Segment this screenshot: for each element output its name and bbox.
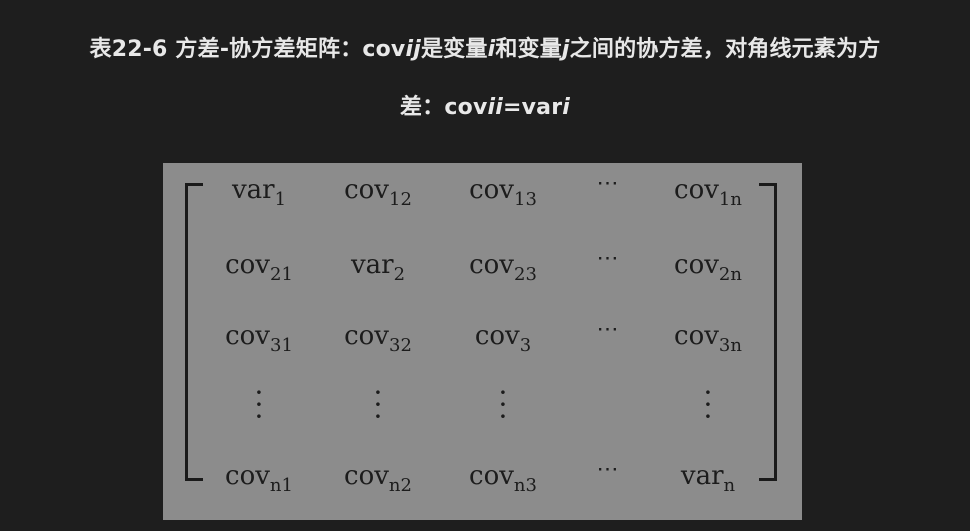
matrix-cell-r5-c1: covn1 [199,461,319,495]
caption-text: 之间的协方差，对角线元素为方 [569,37,881,62]
caption-subscript-ii: ii [487,95,503,120]
vertical-ellipsis-icon: · · · [498,376,508,433]
cell-symbol: cov [469,461,514,491]
cell-subscript: 2 [393,264,406,285]
cell-symbol: cov [344,175,389,205]
cell-symbol: cov [469,250,514,280]
cell-symbol: var [231,175,275,205]
cell-symbol: cov [674,321,719,351]
caption-text: 差：cov [399,95,488,120]
cell-symbol: var [680,461,724,491]
cell-symbol: cov [474,321,520,351]
matrix-cell-r4-c5: · · · [648,376,768,433]
caption-text: 和变量 [495,37,562,62]
matrix-cell-r2-c2: var2 [318,250,438,284]
matrix-cell-r4-c1: · · · [199,376,319,433]
vertical-ellipsis-icon: · · · [373,376,383,433]
caption-subscript-i: i [562,95,570,120]
cell-subscript: 32 [389,335,412,356]
cell-symbol: cov [674,175,719,205]
cell-subscript: 31 [270,335,293,356]
cell-subscript: 23 [514,264,537,285]
cell-subscript: 13 [514,189,537,210]
cell-subscript: n2 [388,475,412,496]
caption-text: =var [502,95,563,120]
cell-symbol: cov [469,175,514,205]
cell-subscript: 21 [270,264,293,285]
cell-subscript: n3 [513,475,537,496]
cell-symbol: var [350,250,394,280]
cell-symbol: cov [674,250,719,280]
table-caption-line-1: 表22-6 方差-协方差矩阵：covij是变量i和变量j之间的协方差，对角线元素… [0,31,970,63]
caption-variable-j: j [561,37,570,62]
matrix-cell-r1-c1: var1 [199,175,319,209]
matrix-cell-r3-c3: cov3 [443,321,563,355]
matrix-cell-r2-c1: cov21 [199,250,319,284]
cell-subscript: n1 [269,475,293,496]
cell-subscript: 1n [718,189,742,210]
cell-subscript: n [723,475,736,496]
cell-symbol: cov [225,321,270,351]
matrix-cell-r5-c2: covn2 [318,461,438,495]
matrix-cell-r3-c1: cov31 [199,321,319,355]
cell-subscript: 3n [718,335,742,356]
cell-subscript: 3 [519,335,532,356]
table-caption-line-2: 差：covii=vari [0,89,970,121]
matrix-cell-r2-c3: cov23 [443,250,563,284]
caption-text: 表22-6 方差-协方差矩阵：cov [89,37,406,62]
vertical-ellipsis-icon: · · · [703,376,713,433]
cell-symbol: cov [225,461,270,491]
matrix-cell-r4-c3: · · · [443,376,563,433]
caption-subscript-ij: ij [405,37,421,62]
vertical-ellipsis-icon: · · · [254,376,264,433]
covariance-matrix-image: var1 cov12 cov13 ⋯ cov1n cov21 var2 cov23 ⋯ cov2n… [163,163,802,520]
cell-subscript: 12 [389,189,412,210]
cell-subscript: 1 [274,189,287,210]
caption-text: 是变量 [420,37,488,62]
cell-symbol: cov [344,321,389,351]
matrix-cell-r5-c5: varn [648,461,768,495]
matrix-cell-r1-c3: cov13 [443,175,563,209]
cell-subscript: 2n [718,264,742,285]
matrix-cell-r1-c2: cov12 [318,175,438,209]
cell-symbol: cov [344,461,389,491]
matrix-cell-r1-c5: cov1n [648,175,768,209]
matrix-cell-r2-c5: cov2n [648,250,768,284]
cell-symbol: cov [225,250,270,280]
matrix-cell-r3-c5: cov3n [648,321,768,355]
matrix-cell-r3-c2: cov32 [318,321,438,355]
matrix-cell-r4-c2: · · · [318,376,438,433]
matrix-cell-r5-c3: covn3 [443,461,563,495]
